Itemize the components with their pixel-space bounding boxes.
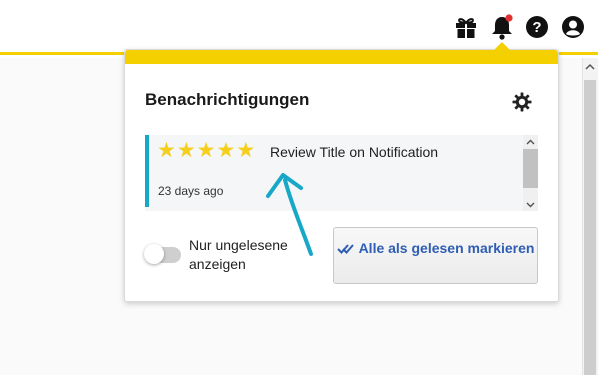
gift-icon[interactable] xyxy=(453,14,479,40)
panel-title: Benachrichtigungen xyxy=(145,90,310,109)
star-rating: ★ ★ ★ ★ ★ xyxy=(157,140,255,162)
unread-only-toggle-label: Nur ungelesene anzeigen xyxy=(189,237,288,272)
notification-list-scrollbar[interactable] xyxy=(523,135,538,211)
help-icon[interactable]: ? xyxy=(524,14,550,40)
scroll-down-arrow-icon[interactable] xyxy=(523,198,538,211)
notifications-panel: Benachrichtigungen ★ ★ ★ ★ ★ Review Titl… xyxy=(124,42,559,302)
star-icon: ★ xyxy=(216,139,236,162)
notification-item[interactable]: ★ ★ ★ ★ ★ Review Title on Notification 2… xyxy=(145,135,523,207)
gear-icon[interactable] xyxy=(511,91,533,113)
scroll-up-arrow-icon[interactable] xyxy=(523,135,538,148)
notification-list-scrollbar-thumb[interactable] xyxy=(523,149,538,188)
account-icon[interactable] xyxy=(560,14,586,40)
toggle-knob xyxy=(144,244,164,264)
notification-title: Review Title on Notification xyxy=(270,144,439,160)
mark-all-read-label: Alle als gelesen markieren xyxy=(358,240,535,256)
notification-list: ★ ★ ★ ★ ★ Review Title on Notification 2… xyxy=(145,135,538,211)
star-icon: ★ xyxy=(236,139,256,162)
notification-badge xyxy=(505,14,513,22)
mark-all-read-button[interactable]: Alle als gelesen markieren xyxy=(333,227,538,284)
bell-icon[interactable] xyxy=(489,14,515,40)
star-icon: ★ xyxy=(176,139,196,162)
star-icon: ★ xyxy=(196,139,216,162)
star-icon: ★ xyxy=(157,139,176,162)
notification-timestamp: 23 days ago xyxy=(158,184,224,198)
unread-only-toggle[interactable] xyxy=(144,244,181,264)
panel-accent-bar xyxy=(125,50,558,64)
double-check-icon xyxy=(336,244,354,254)
svg-text:?: ? xyxy=(532,19,541,36)
scroll-up-arrow-icon[interactable] xyxy=(582,58,598,74)
page-scrollbar-thumb[interactable] xyxy=(584,80,596,375)
